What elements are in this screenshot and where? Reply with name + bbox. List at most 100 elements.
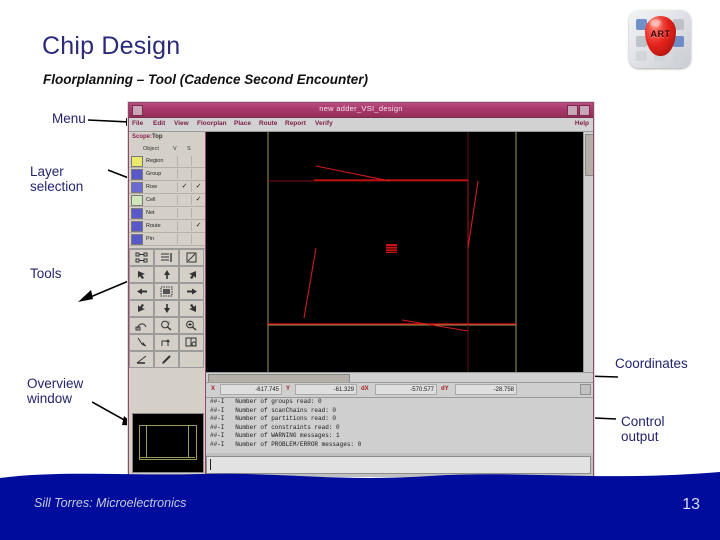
- layer-select-checkbox[interactable]: ✓: [191, 221, 205, 231]
- window-maximize-button[interactable]: [579, 105, 590, 116]
- layer-header-object: Object: [143, 146, 159, 152]
- arrow-up-icon[interactable]: [154, 266, 179, 283]
- layer-row-row[interactable]: Row ✓ ✓: [129, 181, 205, 194]
- menu-item-report[interactable]: Report: [285, 120, 306, 127]
- layer-color-swatch[interactable]: [131, 194, 143, 206]
- logo-tile: [636, 51, 647, 61]
- layer-select-checkbox[interactable]: ✓: [191, 182, 205, 192]
- page-subtitle: Floorplanning – Tool (Cadence Second Enc…: [43, 72, 369, 87]
- coord-label-dx: dX: [361, 386, 369, 392]
- zoom-out-icon[interactable]: 2: [154, 317, 179, 334]
- layer-visible-checkbox[interactable]: [177, 221, 191, 231]
- annotation-layer-selection: Layer selection: [30, 164, 84, 194]
- arrow-right-icon[interactable]: [179, 283, 204, 300]
- layer-visible-checkbox[interactable]: [177, 208, 191, 218]
- layer-select-checkbox[interactable]: [191, 169, 205, 179]
- layer-visible-checkbox[interactable]: [177, 169, 191, 179]
- menu-item-help[interactable]: Help: [575, 120, 589, 127]
- layer-name: Pin: [146, 236, 154, 242]
- tool-row: [129, 334, 205, 351]
- console-line: ##-I Number of partitions read: 0: [210, 415, 337, 422]
- page-number: 13: [682, 496, 700, 513]
- layer-row-net[interactable]: Net: [129, 207, 205, 220]
- layer-table-header: Object V S: [129, 144, 205, 155]
- application-window: new adder_VSI_design File Edit View Floo…: [128, 102, 594, 477]
- layer-name: Cell: [146, 197, 156, 203]
- design-canvas[interactable]: [206, 132, 593, 372]
- tool-row: [129, 283, 205, 300]
- canvas-vertical-scrollbar[interactable]: [583, 132, 593, 372]
- window-minimize-button[interactable]: [567, 105, 578, 116]
- layer-color-swatch[interactable]: [131, 168, 143, 180]
- layer-color-swatch[interactable]: [131, 155, 143, 167]
- menu-item-floorplan[interactable]: Floorplan: [197, 120, 227, 127]
- fit-icon[interactable]: [154, 283, 179, 300]
- book-icon[interactable]: [179, 334, 204, 351]
- coord-value-y[interactable]: -61.329: [295, 384, 357, 395]
- layer-color-swatch[interactable]: [131, 220, 143, 232]
- control-output-console[interactable]: ##-I Number of groups read: 0 ##-I Numbe…: [206, 397, 593, 453]
- layer-visible-checkbox[interactable]: ✓: [177, 182, 191, 192]
- layer-color-swatch[interactable]: [131, 181, 143, 193]
- scrollbar-thumb[interactable]: [585, 134, 593, 176]
- coord-value-dy[interactable]: -28.758: [455, 384, 517, 395]
- layer-select-checkbox[interactable]: [191, 234, 205, 244]
- tool-palette: 2: [129, 248, 205, 368]
- tool-empty: [179, 351, 204, 368]
- arrow-down-right-icon[interactable]: [179, 300, 204, 317]
- layer-visible-checkbox[interactable]: [177, 234, 191, 244]
- console-line: ##-I Number of constraints read: 0: [210, 423, 340, 431]
- list-icon[interactable]: [154, 249, 179, 266]
- layer-select-checkbox[interactable]: [191, 156, 205, 166]
- layer-visible-checkbox[interactable]: [177, 195, 191, 205]
- layer-row-cell[interactable]: Cell ✓: [129, 194, 205, 207]
- canvas-horizontal-scrollbar[interactable]: [206, 372, 593, 383]
- scope-value[interactable]: Top: [152, 134, 163, 140]
- layer-row-group[interactable]: Group: [129, 168, 205, 181]
- ruler-icon[interactable]: [129, 334, 154, 351]
- coordinate-bar: X -617.745 Y -61.329 dX -570.577 dY -28.…: [206, 382, 593, 398]
- layer-name: Group: [146, 171, 162, 177]
- menu-item-verify[interactable]: Verify: [315, 120, 333, 127]
- menu-item-file[interactable]: File: [132, 120, 143, 127]
- edit-icon[interactable]: [179, 249, 204, 266]
- measure-icon[interactable]: [129, 351, 154, 368]
- logo-tile: [673, 51, 684, 61]
- overview-row: [139, 425, 195, 426]
- layer-name: Region: [146, 158, 164, 164]
- arrow-up-right-icon[interactable]: [179, 266, 204, 283]
- annotation-overview-window: Overview window: [27, 376, 84, 406]
- coord-value-dx[interactable]: -570.577: [375, 384, 437, 395]
- pencil-icon[interactable]: [154, 351, 179, 368]
- layer-select-checkbox[interactable]: [191, 208, 205, 218]
- zoom-in-icon[interactable]: [179, 317, 204, 334]
- layer-row-pin[interactable]: Pin: [129, 233, 205, 246]
- console-resize-handle[interactable]: [580, 384, 591, 395]
- annotation-tools: Tools: [30, 266, 62, 281]
- art-logo: ART: [629, 10, 691, 68]
- scope-label: Scope:: [132, 134, 153, 140]
- layer-select-checkbox[interactable]: ✓: [191, 195, 205, 205]
- arrow-down-icon[interactable]: [154, 300, 179, 317]
- layer-color-swatch[interactable]: [131, 233, 143, 245]
- menu-item-route[interactable]: Route: [259, 120, 277, 127]
- menu-item-view[interactable]: View: [174, 120, 189, 127]
- arrow-up-left-icon[interactable]: [129, 266, 154, 283]
- layer-visible-checkbox[interactable]: [177, 156, 191, 166]
- layer-name: Row: [146, 184, 158, 190]
- coord-value-x[interactable]: -617.745: [220, 384, 282, 395]
- arrow-left-icon[interactable]: [129, 283, 154, 300]
- layer-color-swatch[interactable]: [131, 207, 143, 219]
- route-icon[interactable]: [154, 334, 179, 351]
- layer-row-region[interactable]: Region: [129, 155, 205, 168]
- layer-row-route[interactable]: Route ✓: [129, 220, 205, 233]
- coord-label-y: Y: [286, 386, 291, 392]
- left-panel: Scope: Top Object V S Region Group Row ✓…: [129, 132, 206, 477]
- window-title-bar[interactable]: new adder_VSI_design: [129, 103, 593, 118]
- annotation-arrow-tools: [78, 279, 132, 302]
- menu-item-edit[interactable]: Edit: [153, 120, 165, 127]
- menu-item-place[interactable]: Place: [234, 120, 251, 127]
- undo-icon[interactable]: [129, 317, 154, 334]
- arrow-down-left-icon[interactable]: [129, 300, 154, 317]
- hierarchy-icon[interactable]: [129, 249, 154, 266]
